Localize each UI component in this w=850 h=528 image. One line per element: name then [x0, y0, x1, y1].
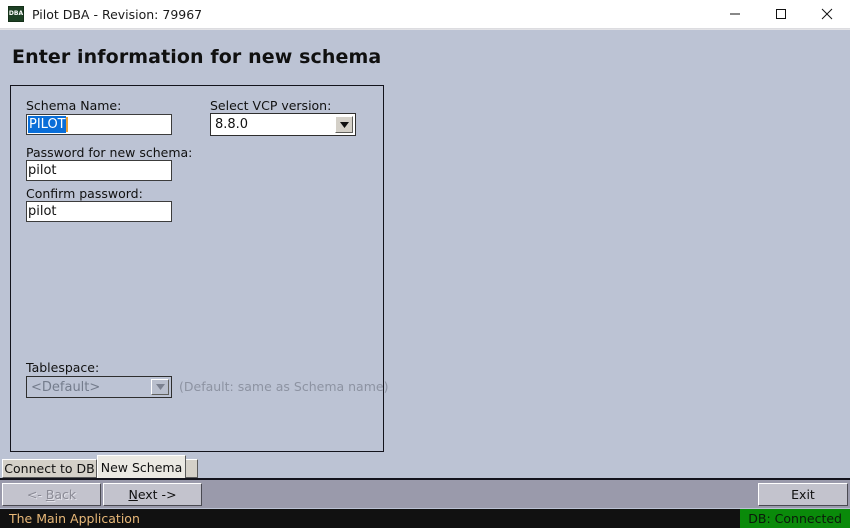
confirm-password-label: Confirm password:	[26, 186, 143, 201]
password-value: pilot	[28, 163, 57, 178]
title-bar-left: DBA Pilot DBA - Revision: 79967	[8, 0, 202, 28]
tablespace-hint: (Default: same as Schema name)	[179, 379, 389, 394]
chevron-down-icon[interactable]	[335, 116, 353, 133]
dba-app-icon: DBA	[8, 6, 24, 22]
password-label: Password for new schema:	[26, 145, 193, 160]
application-window: DBA Pilot DBA - Revision: 79967 Enter in…	[0, 0, 850, 528]
maximize-icon	[776, 9, 786, 19]
db-status-badge: DB: Connected	[740, 509, 850, 528]
tablespace-label: Tablespace:	[26, 360, 100, 375]
next-button[interactable]: Next ->	[103, 483, 202, 506]
tablespace-select[interactable]: <Default>	[26, 376, 172, 398]
schema-name-value: PILOT	[28, 116, 68, 133]
maximize-button[interactable]	[758, 0, 804, 28]
minimize-icon	[730, 13, 740, 15]
tab-new-schema-label: New Schema	[100, 459, 183, 475]
wizard-button-bar: <- Back Next -> Exit	[0, 478, 850, 508]
next-button-label: Next ->	[128, 487, 177, 502]
close-button[interactable]	[804, 0, 850, 28]
page-title: Enter information for new schema	[12, 46, 382, 68]
exit-button-label: Exit	[791, 487, 815, 502]
status-message: The Main Application	[9, 511, 140, 526]
text-caret	[65, 117, 68, 132]
title-bar-shadow	[0, 28, 850, 30]
tablespace-value: <Default>	[31, 379, 101, 395]
chevron-down-icon-disabled[interactable]	[151, 379, 169, 395]
vcp-version-label: Select VCP version:	[210, 98, 332, 113]
tab-connect-to-db[interactable]: Connect to DB	[2, 459, 97, 478]
close-icon	[821, 8, 833, 20]
status-bar: The Main Application DB: Connected	[0, 509, 850, 528]
minimize-button[interactable]	[712, 0, 758, 28]
vcp-version-value: 8.8.0	[215, 117, 249, 132]
back-button[interactable]: <- Back	[2, 483, 101, 506]
title-bar: DBA Pilot DBA - Revision: 79967	[0, 0, 850, 28]
tab-strip-filler	[186, 459, 198, 478]
window-title: Pilot DBA - Revision: 79967	[32, 6, 203, 22]
tab-new-schema[interactable]: New Schema	[97, 455, 186, 478]
password-input[interactable]: pilot	[26, 160, 172, 181]
exit-button[interactable]: Exit	[758, 483, 848, 506]
vcp-version-select[interactable]: 8.8.0	[210, 113, 356, 136]
schema-name-label: Schema Name:	[26, 98, 122, 113]
tab-connect-to-db-label: Connect to DB	[4, 461, 95, 476]
confirm-password-input[interactable]: pilot	[26, 201, 172, 222]
window-controls	[712, 0, 850, 28]
app-icon-label: DBA	[8, 10, 24, 17]
confirm-password-value: pilot	[28, 204, 57, 219]
new-schema-form-panel: Schema Name: PILOT Select VCP version: 8…	[10, 85, 388, 452]
back-button-label: <- Back	[26, 487, 77, 502]
schema-name-input[interactable]: PILOT	[26, 114, 172, 135]
tab-strip: Connect to DB New Schema	[0, 455, 850, 478]
